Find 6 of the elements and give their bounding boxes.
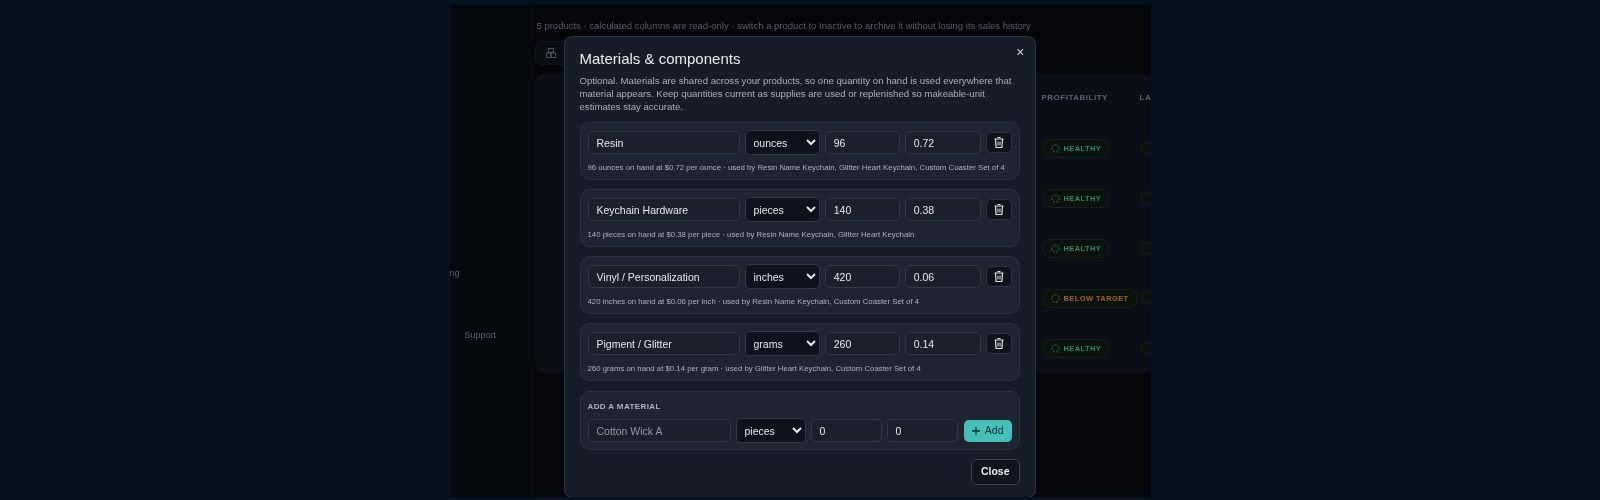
modal-title: Materials & components <box>579 50 741 68</box>
column-header: PROFITABILITY <box>1041 92 1108 105</box>
section-heading: ADD A MATERIAL <box>587 401 662 413</box>
subtitle-text: 5 products · calculated columns are read-only · switch a product to Inactive to archive it without losing its sales history <box>535 19 1031 33</box>
column-header: LA <box>1139 92 1151 105</box>
modal-description: Optional. Materials are shared across your products, so one quantity on hand is used everywhere that material appears. Keep quantities current as supplies are used or replenished so makeable-unit estimates stay accurate. <box>579 74 1013 113</box>
